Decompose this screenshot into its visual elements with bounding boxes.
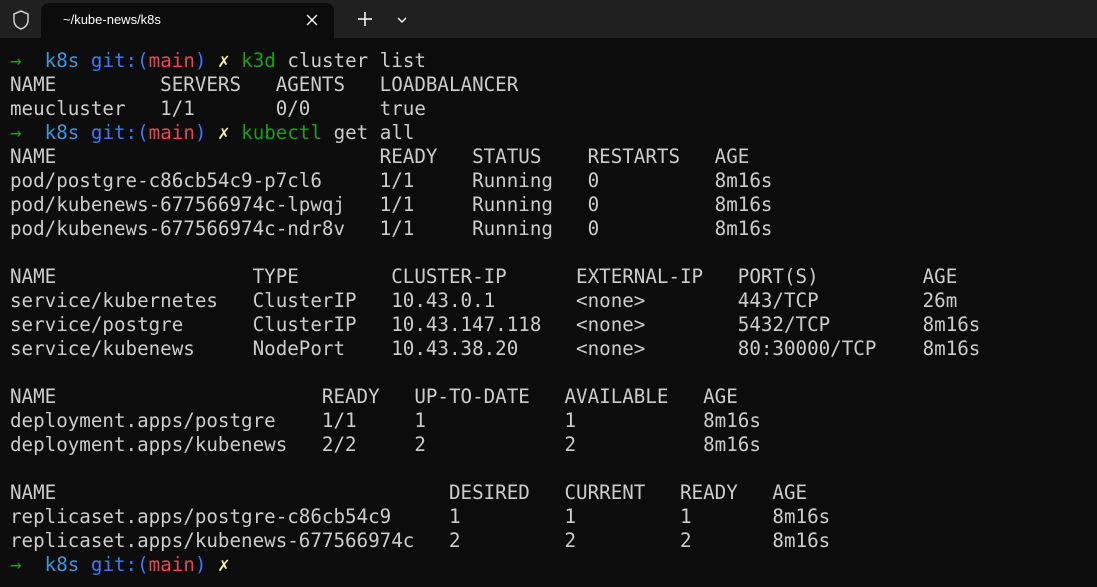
output-line: NAME TYPE CLUSTER-IP EXTERNAL-IP PORT(S)… (10, 265, 958, 288)
command-program: k3d (241, 49, 276, 72)
prompt-dirty-mark: ✗ (218, 121, 230, 144)
prompt-branch: main (148, 121, 195, 144)
prompt-paren-close: ) (194, 121, 207, 144)
prompt-dir: k8s (44, 553, 80, 576)
prompt-dirty-mark: ✗ (218, 553, 230, 576)
output-line: pod/kubenews-677566974c-ndr8v 1/1 Runnin… (10, 217, 773, 240)
prompt-git-label: git: (90, 121, 138, 144)
prompt-dir: k8s (44, 121, 80, 144)
output-line: deployment.apps/kubenews 2/2 2 2 8m16s (10, 433, 761, 456)
prompt-arrow: → (10, 121, 22, 144)
output-line: deployment.apps/postgre 1/1 1 1 8m16s (10, 409, 761, 432)
prompt-arrow: → (10, 553, 22, 576)
prompt-git-label: git: (90, 49, 138, 72)
prompt-paren-open: ( (137, 121, 149, 144)
tab-terminal[interactable]: ~/kube-news/k8s (41, 3, 334, 38)
prompt-branch: main (148, 553, 195, 576)
prompt-dir: k8s (44, 49, 80, 72)
prompt-paren-open: ( (137, 553, 149, 576)
output-line: service/postgre ClusterIP 10.43.147.118 … (10, 313, 981, 336)
prompt-paren-open: ( (137, 49, 149, 72)
output-line: NAME READY UP-TO-DATE AVAILABLE AGE (10, 385, 738, 408)
terminal-output[interactable]: → k8s git:(main) ✗ k3d cluster list NAME… (10, 49, 1090, 577)
output-line: pod/kubenews-677566974c-lpwqj 1/1 Runnin… (10, 193, 773, 216)
output-line: NAME READY STATUS RESTARTS AGE (10, 145, 750, 168)
plus-icon[interactable] (356, 10, 374, 28)
prompt-line: → k8s git:(main) ✗ kubectl get all (10, 121, 1090, 145)
chevron-down-icon[interactable] (396, 14, 408, 26)
command-program: kubectl (241, 121, 323, 144)
title-bar: ~/kube-news/k8s (0, 0, 1097, 38)
prompt-arrow: → (10, 49, 22, 72)
output-line: service/kubenews NodePort 10.43.38.20 <n… (10, 337, 981, 360)
prompt-paren-close: ) (194, 49, 207, 72)
prompt-line: → k8s git:(main) ✗ k3d cluster list (10, 49, 1090, 73)
output-line: replicaset.apps/kubenews-677566974c 2 2 … (10, 529, 831, 552)
output-line: NAME DESIRED CURRENT READY AGE (10, 481, 808, 504)
shield-icon[interactable] (10, 9, 32, 31)
prompt-paren-close: ) (194, 553, 207, 576)
close-icon[interactable] (305, 13, 319, 27)
prompt-dirty-mark: ✗ (218, 49, 230, 72)
prompt-line[interactable]: → k8s git:(main) ✗ (10, 553, 1090, 577)
prompt-branch: main (148, 49, 195, 72)
prompt-git-label: git: (90, 553, 138, 576)
output-line: NAME SERVERS AGENTS LOADBALANCER (10, 73, 519, 96)
output-line: meucluster 1/1 0/0 true (10, 97, 426, 120)
command-args: cluster list (275, 49, 426, 72)
command-args: get all (322, 121, 415, 144)
output-line: pod/postgre-c86cb54c9-p7cl6 1/1 Running … (10, 169, 773, 192)
output-line: replicaset.apps/postgre-c86cb54c9 1 1 1 … (10, 505, 831, 528)
output-line: service/kubernetes ClusterIP 10.43.0.1 <… (10, 289, 958, 312)
tab-title: ~/kube-news/k8s (63, 12, 161, 27)
